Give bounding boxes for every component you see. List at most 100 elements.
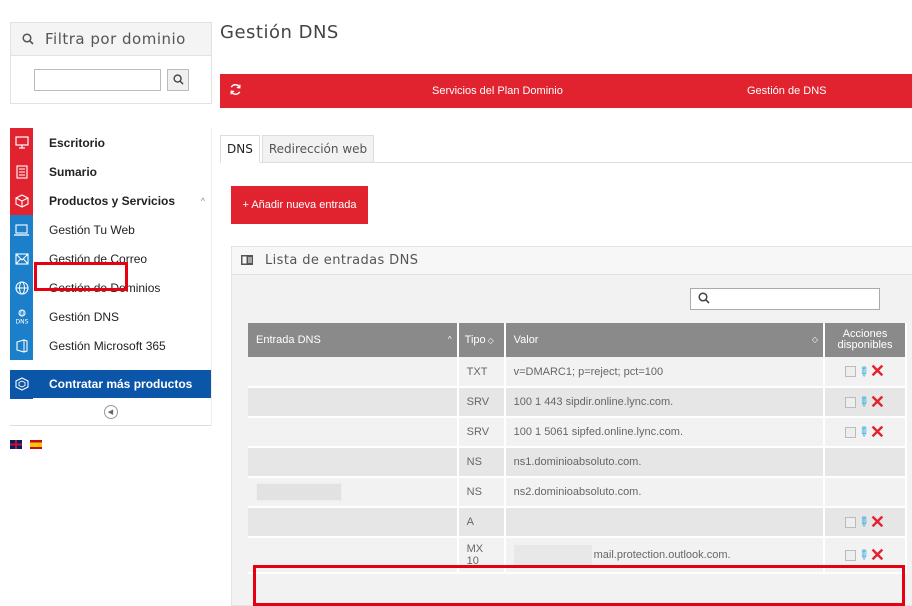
chevron-left-icon[interactable]: ◀ — [103, 404, 118, 419]
type-cell: NS — [457, 447, 506, 478]
table-row[interactable]: NS ns1.dominioabsoluto.com. — [248, 447, 907, 478]
sidebar-item-sumario[interactable]: Sumario — [10, 157, 211, 186]
sort-icon: ◇ — [487, 336, 494, 345]
column-header-label: Entrada DNS — [256, 334, 321, 346]
delete-icon[interactable]: ✕ — [870, 392, 885, 413]
value-cell: v=DMARC1; p=reject; pct=100 — [504, 357, 826, 388]
actions-cell — [824, 447, 907, 478]
delete-icon[interactable]: ✕ — [870, 422, 885, 443]
type-cell: SRV — [457, 387, 506, 418]
table-row[interactable]: SRV 100 1 5061 sipfed.online.lync.com. ✎… — [248, 417, 907, 448]
add-new-entry-button[interactable]: + Añadir nueva entrada — [231, 186, 368, 224]
globe-icon — [10, 273, 33, 302]
entry-cell — [248, 417, 459, 448]
svg-text:DNS: DNS — [15, 318, 28, 325]
value-cell: 100 1 443 sipdir.online.lync.com. — [504, 387, 826, 418]
refresh-icon[interactable] — [229, 83, 242, 99]
sidebar-collapse: ◀ — [10, 398, 211, 426]
table-row[interactable]: TXT v=DMARC1; p=reject; pct=100 ✎✕ — [248, 357, 907, 388]
chevron-up-icon: ^ — [200, 195, 205, 206]
actions-cell — [824, 477, 907, 508]
domain-filter-box — [10, 56, 212, 104]
search-icon — [11, 33, 45, 45]
dns-entries-table: Entrada DNS ^ Tipo ◇ Valor ◇ Acciones dispon… — [248, 323, 907, 574]
main-content: Gestión DNS Servicios del Plan Dominio G… — [220, 22, 912, 606]
tab-bar: DNS Redirección web — [220, 135, 912, 163]
column-header-label: Tipo — [464, 334, 486, 346]
tab-dns[interactable]: DNS — [220, 135, 260, 163]
gestion-dns-highlight — [34, 262, 128, 291]
column-header-value[interactable]: Valor ◇ — [504, 323, 826, 357]
sidebar-item-escritorio[interactable]: Escritorio — [10, 128, 211, 157]
entry-cell — [248, 357, 459, 388]
contract-more-products-label: Contratar más productos — [49, 377, 193, 391]
panel-title: Lista de entradas DNS — [265, 253, 419, 268]
type-cell: TXT — [457, 357, 506, 388]
sidebar-item-label: Escritorio — [49, 135, 106, 150]
delete-icon[interactable]: ✕ — [870, 545, 885, 566]
laptop-icon — [10, 215, 33, 244]
redacted-block — [256, 483, 342, 501]
cube-icon — [10, 186, 33, 215]
search-icon — [172, 74, 184, 85]
search-icon — [698, 292, 710, 307]
table-header-row: Entrada DNS ^ Tipo ◇ Valor ◇ Acciones dispon… — [248, 323, 907, 357]
value-text: mail.protection.outlook.com. — [593, 548, 731, 561]
type-text: MX — [466, 543, 484, 555]
table-row[interactable]: SRV 100 1 443 sipdir.online.lync.com. ✎✕ — [248, 387, 907, 418]
domain-filter-title: Filtra por dominio — [45, 30, 186, 48]
dns-search-input[interactable] — [690, 288, 880, 310]
contract-more-products-button[interactable]: Contratar más productos — [10, 369, 211, 399]
sidebar-item-label: Gestión Microsoft 365 — [49, 338, 166, 353]
office-icon — [10, 331, 33, 360]
sidebar: Filtra por dominio Escritorio Sumario Pr… — [10, 22, 212, 606]
plan-services-link[interactable]: Servicios del Plan Dominio — [432, 85, 563, 97]
domain-filter-input[interactable] — [34, 68, 161, 91]
dns-management-link[interactable]: Gestión de DNS — [747, 85, 826, 97]
mx-row-highlight — [253, 565, 905, 606]
list-icon — [10, 157, 33, 186]
spanish-flag-icon[interactable] — [30, 440, 42, 449]
entry-cell — [248, 447, 459, 478]
table-row[interactable]: A ✎✕ — [248, 507, 907, 538]
type-cell: SRV — [457, 417, 506, 448]
domain-filter-search-button[interactable] — [167, 68, 189, 91]
actions-cell: ✎✕ — [824, 507, 907, 538]
delete-icon[interactable]: ✕ — [870, 512, 885, 533]
page-title: Gestión DNS — [220, 22, 339, 43]
top-action-bar: Servicios del Plan Dominio Gestión de DN… — [220, 74, 912, 108]
envelope-icon — [10, 244, 33, 273]
column-header-type[interactable]: Tipo ◇ — [457, 323, 506, 357]
type-cell: A — [457, 507, 506, 538]
list-card-icon — [241, 254, 253, 268]
sidebar-item-label: Gestión Tu Web — [49, 222, 135, 237]
actions-cell: ✎✕ — [824, 387, 907, 418]
monitor-icon — [10, 128, 33, 157]
actions-cell: ✎✕ — [824, 357, 907, 388]
sidebar-item-gestion-dns[interactable]: DNS Gestión DNS — [10, 302, 211, 331]
actions-cell: ✎✕ — [824, 417, 907, 448]
domain-filter-header: Filtra por dominio — [10, 22, 212, 56]
sidebar-item-gestion-tu-web[interactable]: Gestión Tu Web — [10, 215, 211, 244]
delete-icon[interactable]: ✕ — [870, 361, 885, 382]
value-cell — [504, 507, 826, 538]
type-cell: NS — [457, 477, 506, 508]
table-row[interactable]: NS ns2.dominioabsoluto.com. — [248, 477, 907, 508]
language-selector — [10, 440, 212, 449]
sidebar-item-productos[interactable]: Productos y Servicios ^ — [10, 186, 211, 215]
entry-cell — [248, 387, 459, 418]
package-icon — [10, 369, 33, 399]
sort-up-icon: ^ — [447, 335, 452, 344]
value-cell: 100 1 5061 sipfed.online.lync.com. — [504, 417, 826, 448]
value-cell: ns1.dominioabsoluto.com. — [504, 447, 826, 478]
value-cell: ns2.dominioabsoluto.com. — [504, 477, 826, 508]
tab-web-redirect[interactable]: Redirección web — [261, 135, 375, 163]
sidebar-item-gestion-microsoft[interactable]: Gestión Microsoft 365 — [10, 331, 211, 360]
column-header-entry[interactable]: Entrada DNS ^ — [248, 323, 459, 357]
entry-cell — [248, 507, 459, 538]
english-flag-icon[interactable] — [10, 440, 22, 449]
column-header-actions: Acciones disponibles — [824, 323, 907, 357]
sidebar-item-label: Sumario — [49, 164, 98, 179]
column-header-label: Valor — [513, 334, 539, 346]
panel-header: Lista de entradas DNS — [232, 247, 912, 275]
